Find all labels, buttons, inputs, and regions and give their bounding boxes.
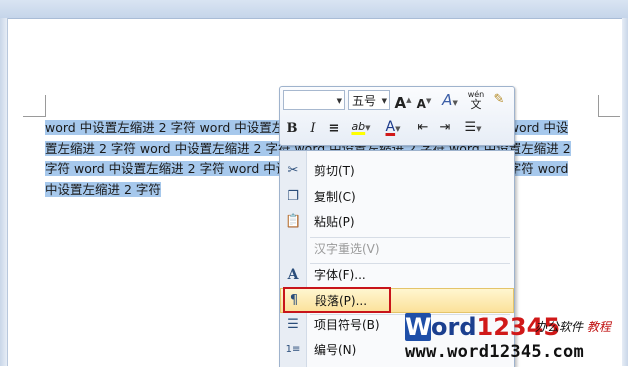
phonetic-guide-button[interactable]: wén 文 bbox=[466, 90, 486, 110]
highlight-button[interactable]: ab▼ bbox=[346, 118, 376, 137]
right-window-border bbox=[622, 18, 628, 366]
paste-icon: 📋 bbox=[285, 214, 302, 229]
menu-item-reconvert: 汉字重选(V) bbox=[280, 237, 514, 262]
mini-toolbar: ▼ 五号 ▼ A▲ A▼ A▼ wén 文 ✎ B I ≡ ab▼ A▼ ⇤ ⇥… bbox=[279, 86, 515, 146]
font-size-combo[interactable]: 五号 ▼ bbox=[348, 90, 390, 110]
bullets-icon: ☰ bbox=[287, 317, 299, 332]
decrease-indent-icon: ⇤ bbox=[417, 120, 429, 135]
menu-item-label: 字体(F)... bbox=[314, 268, 366, 282]
phonetic-char: 文 bbox=[470, 98, 482, 111]
watermark-brand-ord: ord bbox=[431, 313, 477, 341]
menu-item-copy[interactable]: ❐ 复制(C) bbox=[280, 185, 514, 210]
decrease-indent-button[interactable]: ⇤ bbox=[413, 119, 433, 137]
font-icon: A bbox=[287, 267, 299, 283]
scissors-icon: ✂ bbox=[287, 163, 299, 178]
menu-item-label: 项目符号(B) bbox=[314, 318, 380, 332]
menu-item-cut[interactable]: ✂ 剪切(T) bbox=[280, 159, 514, 184]
bullets-button[interactable]: ☰▼ bbox=[458, 119, 488, 138]
grow-font-icon: A bbox=[394, 94, 407, 112]
menu-item-label: 剪切(T) bbox=[314, 164, 355, 178]
styles-button[interactable]: A▼ bbox=[437, 91, 463, 112]
increase-indent-icon: ⇥ bbox=[439, 120, 451, 135]
watermark-tag-a: 办公软件 bbox=[535, 320, 584, 334]
highlight-icon: ab bbox=[351, 120, 366, 133]
document-line: 中设置左缩进 2 字符 bbox=[45, 181, 161, 197]
chevron-down-icon: ▼ bbox=[336, 97, 342, 105]
page-corner-mark-left-h bbox=[23, 116, 45, 117]
chevron-down-icon: ▼ bbox=[381, 97, 387, 105]
copy-icon: ❐ bbox=[287, 189, 299, 204]
bullet-list-icon: ☰ bbox=[464, 120, 477, 135]
page-corner-mark-right-v bbox=[598, 95, 599, 117]
watermark-url: www.word12345.com bbox=[405, 342, 585, 362]
page-corner-mark-right-h bbox=[598, 116, 620, 117]
font-color-button[interactable]: A▼ bbox=[379, 118, 407, 138]
menu-item-label: 粘贴(P) bbox=[314, 215, 355, 229]
menu-item-label: 汉字重选(V) bbox=[314, 242, 380, 256]
paintbrush-icon: ✎ bbox=[493, 92, 505, 107]
italic-button[interactable]: I bbox=[304, 120, 322, 138]
numbering-icon: 1≡ bbox=[285, 344, 301, 355]
increase-indent-button[interactable]: ⇥ bbox=[435, 119, 455, 137]
center-align-button[interactable]: ≡ bbox=[325, 120, 343, 138]
left-window-border bbox=[0, 18, 8, 366]
grow-font-button[interactable]: A▲ bbox=[393, 91, 413, 112]
menu-item-label: 复制(C) bbox=[314, 190, 356, 204]
menu-item-paste[interactable]: 📋 粘贴(P) bbox=[280, 210, 514, 235]
font-color-icon: A bbox=[385, 119, 396, 135]
font-name-combo[interactable]: ▼ bbox=[283, 90, 345, 110]
bold-button[interactable]: B bbox=[283, 120, 301, 138]
annotation-red-box bbox=[283, 287, 391, 313]
font-size-value: 五号 bbox=[352, 94, 377, 108]
menu-item-label: 编号(N) bbox=[314, 343, 357, 357]
shrink-font-button[interactable]: A▼ bbox=[415, 92, 433, 113]
styles-icon: A bbox=[442, 91, 453, 109]
watermark-w-block: W bbox=[405, 313, 432, 341]
watermark-tagline: 办公软件 教程 bbox=[535, 318, 611, 335]
window-title-bar bbox=[0, 0, 628, 19]
watermark-tag-b: 教程 bbox=[586, 320, 611, 334]
page-corner-mark-left-v bbox=[45, 95, 46, 117]
format-painter-button[interactable]: ✎ bbox=[489, 91, 509, 109]
menu-item-font[interactable]: A 字体(F)... bbox=[280, 263, 514, 288]
shrink-font-icon: A bbox=[416, 97, 426, 111]
